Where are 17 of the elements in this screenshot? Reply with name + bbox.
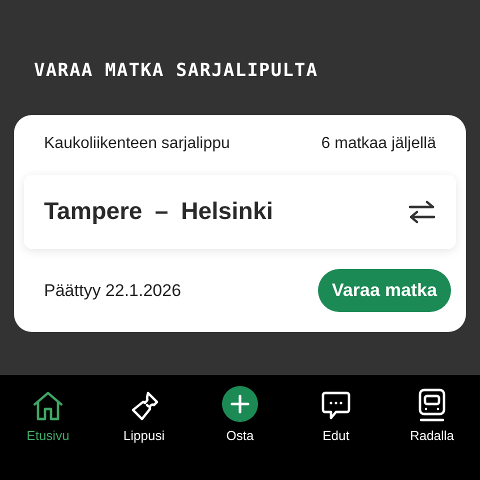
nav-item[interactable]: Edut bbox=[296, 383, 376, 443]
page-heading: VARAA MATKA SARJALIPULTA bbox=[34, 60, 320, 83]
nav-item[interactable]: Etusivu bbox=[8, 383, 88, 443]
chat-icon bbox=[320, 390, 352, 422]
train-icon bbox=[417, 388, 447, 422]
swap-icon[interactable] bbox=[408, 200, 436, 224]
nav-item[interactable]: Osta bbox=[200, 383, 280, 443]
route-text: Tampere – Helsinki bbox=[44, 198, 273, 226]
home-icon bbox=[31, 390, 65, 422]
nav-item[interactable]: Radalla bbox=[392, 383, 472, 443]
ticket-name: Kaukoliikenteen sarjalippu bbox=[44, 135, 230, 153]
plus-icon bbox=[222, 386, 258, 422]
route-selector[interactable]: Tampere – Helsinki bbox=[24, 175, 456, 249]
trips-left: 6 matkaa jäljellä bbox=[321, 135, 436, 153]
book-trip-button[interactable]: Varaa matka bbox=[318, 269, 451, 312]
nav-item[interactable]: Lippusi bbox=[104, 383, 184, 443]
expiry-date: Päättyy 22.1.2026 bbox=[44, 280, 182, 300]
